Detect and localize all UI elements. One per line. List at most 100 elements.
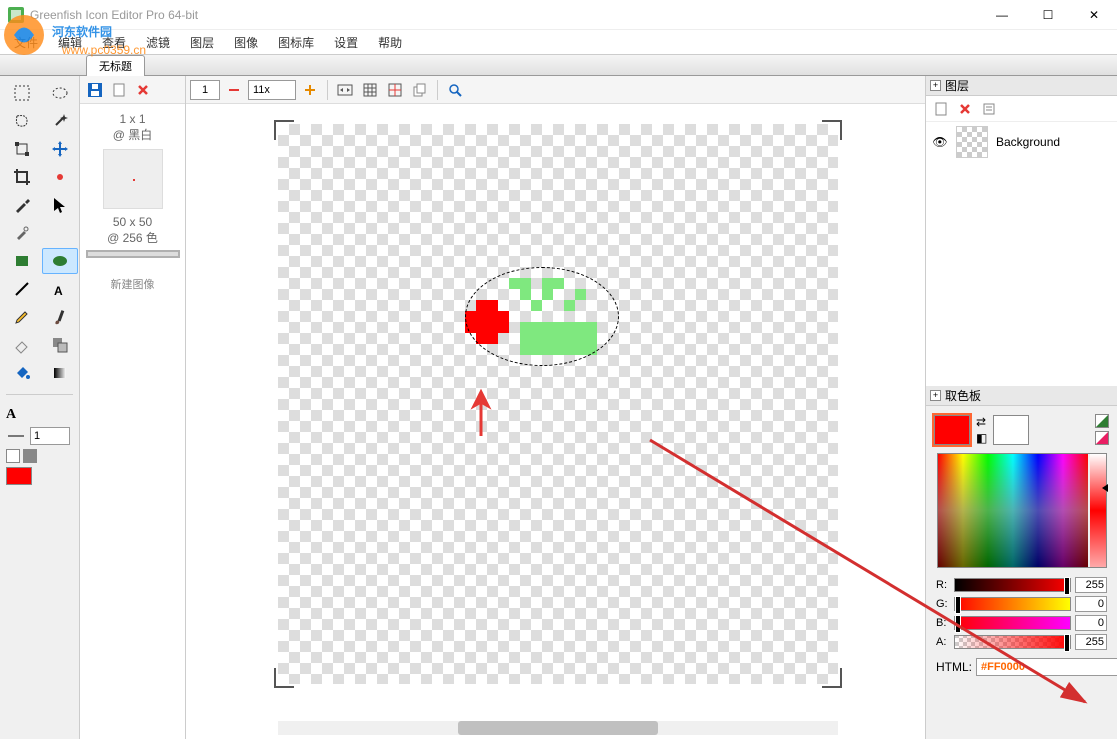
g-slider[interactable] [954, 597, 1071, 611]
swap-colors-icon[interactable]: ⇄ [976, 415, 987, 429]
line-width-input[interactable] [30, 427, 70, 445]
layer-props-icon[interactable] [978, 98, 1000, 120]
visibility-icon[interactable]: 👁 [932, 135, 948, 149]
menu-iconlib[interactable]: 图标库 [268, 31, 324, 54]
tool-gradient[interactable] [42, 360, 78, 386]
fit-width-icon[interactable] [334, 79, 356, 101]
tool-eyedropper[interactable] [4, 192, 40, 218]
crop-corner-tl [274, 120, 294, 140]
menu-file[interactable]: 文件 [4, 31, 48, 54]
tool-arrow[interactable] [42, 192, 78, 218]
thumb-save-icon[interactable] [84, 79, 106, 101]
transparent-swatch[interactable] [1095, 414, 1109, 428]
layer-row-background[interactable]: 👁 Background [926, 122, 1117, 162]
thumb-new-icon[interactable] [108, 79, 130, 101]
menu-filter[interactable]: 滤镜 [136, 31, 180, 54]
tool-filled-rect[interactable] [4, 248, 40, 274]
thumb-size-1: 1 x 1 [88, 112, 177, 126]
palette-header[interactable]: + 取色板 [926, 386, 1117, 406]
layer-name: Background [996, 135, 1060, 149]
layers-header[interactable]: + 图层 [926, 76, 1117, 96]
expand-icon: + [930, 390, 941, 401]
tool-magic-wand[interactable] [42, 108, 78, 134]
canvas-h-scrollbar[interactable] [278, 721, 838, 735]
menu-view[interactable]: 查看 [92, 31, 136, 54]
tool-clone[interactable] [42, 332, 78, 358]
b-slider[interactable] [954, 616, 1071, 630]
thumb-preview-2 [88, 252, 178, 256]
zoom-in-icon[interactable] [299, 79, 321, 101]
tab-untitled[interactable]: 无标题 [86, 55, 145, 76]
foreground-color[interactable] [934, 415, 970, 445]
tool-lasso[interactable] [4, 108, 40, 134]
document-tabs: 无标题 [0, 54, 1117, 76]
window-maximize[interactable]: ☐ [1025, 0, 1071, 30]
zoom-out-icon[interactable] [223, 79, 245, 101]
center-lines-icon[interactable] [384, 79, 406, 101]
pattern-gray[interactable] [23, 449, 37, 463]
b-input[interactable] [1075, 615, 1107, 631]
tool-ellipse-select[interactable] [42, 80, 78, 106]
canvas[interactable] [278, 124, 838, 684]
menu-layer[interactable]: 图层 [180, 31, 224, 54]
tool-spacer1 [42, 220, 78, 246]
menu-help[interactable]: 帮助 [368, 31, 412, 54]
tool-filled-ellipse[interactable] [42, 248, 78, 274]
tool-crop[interactable] [4, 164, 40, 190]
menu-settings[interactable]: 设置 [324, 31, 368, 54]
text-icon: A [6, 407, 16, 423]
thumb-size-2: 50 x 50 [88, 215, 177, 229]
tool-eraser[interactable] [4, 332, 40, 358]
a-label: A: [936, 636, 950, 648]
tool-retouch[interactable] [4, 220, 40, 246]
window-minimize[interactable]: — [979, 0, 1025, 30]
current-color-swatch[interactable] [6, 467, 32, 485]
tool-rect-select[interactable] [4, 80, 40, 106]
thumb-preview-1 [103, 149, 163, 209]
tool-hotspot[interactable] [42, 164, 78, 190]
layer-delete-icon[interactable] [954, 98, 976, 120]
title-bar: Greenfish Icon Editor Pro 64-bit — ☐ ✕ [0, 0, 1117, 30]
thumbnail-item-1[interactable]: 1 x 1 @ 黑白 50 x 50 @ 256 色 新建图像 [88, 112, 177, 292]
pages-icon[interactable] [409, 79, 431, 101]
grid-icon[interactable] [359, 79, 381, 101]
a-input[interactable] [1075, 634, 1107, 650]
menu-image[interactable]: 图像 [224, 31, 268, 54]
window-title: Greenfish Icon Editor Pro 64-bit [30, 8, 198, 22]
r-label: R: [936, 579, 950, 591]
html-color-input[interactable] [976, 658, 1117, 676]
pattern-solid[interactable] [6, 449, 20, 463]
expand-icon: + [930, 80, 941, 91]
tool-transform[interactable] [4, 136, 40, 162]
tool-brush[interactable] [42, 304, 78, 330]
html-label: HTML: [936, 660, 972, 674]
menu-edit[interactable]: 编辑 [48, 31, 92, 54]
zoom-select[interactable] [248, 80, 296, 100]
g-label: G: [936, 598, 950, 610]
tool-text[interactable]: A [42, 276, 78, 302]
inverse-swatch[interactable] [1095, 431, 1109, 445]
toolbox: A A [0, 76, 80, 739]
background-color[interactable] [993, 415, 1029, 445]
page-number-input[interactable] [190, 80, 220, 100]
window-close[interactable]: ✕ [1071, 0, 1117, 30]
menu-bar: 文件 编辑 查看 滤镜 图层 图像 图标库 设置 帮助 [0, 30, 1117, 54]
zoom-tool-icon[interactable] [444, 79, 466, 101]
default-colors-icon[interactable]: ◧ [976, 431, 987, 445]
color-picker[interactable] [937, 453, 1107, 568]
g-input[interactable] [1075, 596, 1107, 612]
tool-move[interactable] [42, 136, 78, 162]
tool-line[interactable] [4, 276, 40, 302]
line-icon [6, 431, 26, 441]
thumb-mode-1: @ 黑白 [88, 126, 177, 143]
thumb-delete-icon[interactable] [132, 79, 154, 101]
crop-corner-br [822, 668, 842, 688]
layer-new-icon[interactable] [930, 98, 952, 120]
tool-bucket[interactable] [4, 360, 40, 386]
r-slider[interactable] [954, 578, 1071, 592]
layer-thumb [956, 126, 988, 158]
hue-slider-arrow[interactable] [1102, 484, 1108, 492]
a-slider[interactable] [954, 635, 1071, 649]
r-input[interactable] [1075, 577, 1107, 593]
tool-pencil[interactable] [4, 304, 40, 330]
